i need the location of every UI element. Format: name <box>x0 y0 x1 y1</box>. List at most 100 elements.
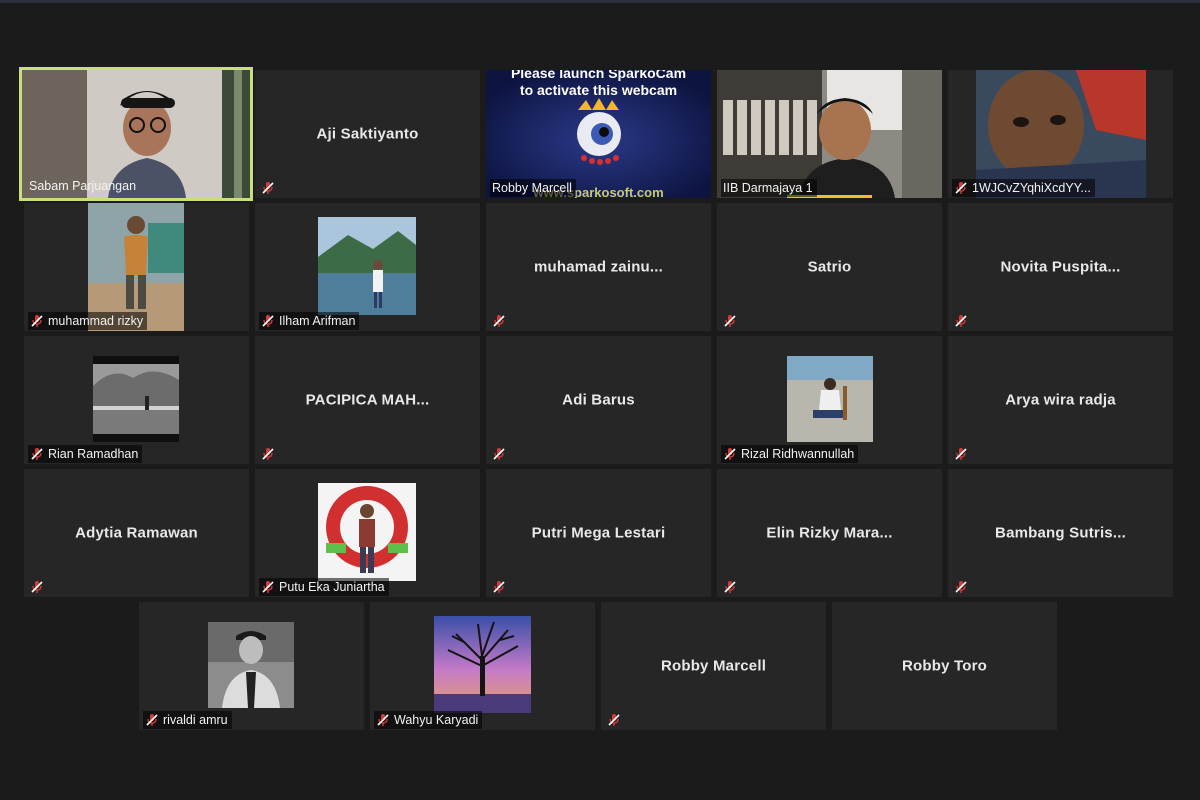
participant-name: Ilham Arifman <box>279 314 356 328</box>
participant-nameplate <box>490 445 510 463</box>
participant-display-name: Adytia Ramawan <box>75 524 198 542</box>
participant-display-name: Robby Toro <box>901 657 988 675</box>
microphone-muted-icon <box>261 181 275 195</box>
participant-avatar-image <box>93 356 179 442</box>
window-top-bar <box>0 0 1200 3</box>
participant-nameplate: 1WJCvZYqhiXcdYY... <box>952 179 1095 197</box>
video-tile[interactable]: Rizal Ridhwannullah <box>717 336 942 464</box>
participant-name: Rizal Ridhwannullah <box>741 447 855 461</box>
participant-nameplate <box>721 312 741 330</box>
video-tile[interactable]: Satrio <box>717 203 942 331</box>
participant-nameplate: rivaldi amru <box>143 711 232 729</box>
video-tile[interactable]: Aji Saktiyanto <box>255 70 480 198</box>
participant-nameplate <box>490 312 510 330</box>
participant-nameplate: Wahyu Karyadi <box>374 711 483 729</box>
participant-display-name: Adi Barus <box>562 391 635 409</box>
microphone-muted-icon <box>30 580 44 594</box>
video-tile[interactable]: Rian Ramadhan <box>24 336 249 464</box>
video-tile[interactable]: rivaldi amru <box>139 602 364 730</box>
video-tile[interactable]: Please launch SparkoCam to activate this… <box>486 70 711 198</box>
participant-name: rivaldi amru <box>163 713 228 727</box>
microphone-muted-icon <box>723 580 737 594</box>
microphone-muted-icon <box>954 181 968 195</box>
participant-display-name: Arya wira radja <box>1005 391 1116 409</box>
participant-nameplate <box>952 578 972 596</box>
participant-nameplate <box>952 445 972 463</box>
participant-nameplate: Robby Marcell <box>490 179 576 197</box>
participant-nameplate <box>28 578 48 596</box>
participant-display-name: Aji Saktiyanto <box>316 125 419 143</box>
video-tile[interactable]: Arya wira radja <box>948 336 1173 464</box>
microphone-muted-icon <box>723 447 737 461</box>
participant-avatar-image <box>318 483 416 581</box>
microphone-muted-icon <box>607 713 621 727</box>
microphone-muted-icon <box>261 314 275 328</box>
microphone-muted-icon <box>954 580 968 594</box>
video-tile[interactable]: 1WJCvZYqhiXcdYY... <box>948 70 1173 198</box>
microphone-muted-icon <box>723 314 737 328</box>
microphone-muted-icon <box>492 314 506 328</box>
participant-name: Sabam Parjuangan <box>29 179 137 193</box>
video-tile[interactable]: muhammad rizky <box>24 203 249 331</box>
microphone-muted-icon <box>954 314 968 328</box>
participant-name: Putu Eka Juniartha <box>279 580 385 594</box>
participant-nameplate <box>721 578 741 596</box>
video-tile[interactable]: Robby Marcell <box>601 602 826 730</box>
microphone-muted-icon <box>492 447 506 461</box>
participant-nameplate: Rizal Ridhwannullah <box>721 445 859 463</box>
participant-nameplate <box>259 179 279 197</box>
participant-name: 1WJCvZYqhiXcdYY... <box>972 181 1091 195</box>
video-tile[interactable]: IIB Darmajaya 1 <box>717 70 942 198</box>
participant-nameplate: IIB Darmajaya 1 <box>721 179 817 197</box>
participant-nameplate: Ilham Arifman <box>259 312 360 330</box>
microphone-muted-icon <box>261 447 275 461</box>
participant-nameplate <box>490 578 510 596</box>
video-tile[interactable]: Robby Toro <box>832 602 1057 730</box>
microphone-muted-icon <box>492 580 506 594</box>
video-tile[interactable]: Elin Rizky Mara... <box>717 469 942 597</box>
participant-nameplate: muhammad rizky <box>28 312 148 330</box>
participant-nameplate: Putu Eka Juniartha <box>259 578 389 596</box>
microphone-muted-icon <box>376 713 390 727</box>
participant-avatar-image <box>318 217 416 315</box>
participant-nameplate <box>952 312 972 330</box>
webcam-message: Please launch SparkoCam to activate this… <box>486 70 711 99</box>
participant-nameplate: Rian Ramadhan <box>28 445 143 463</box>
microphone-muted-icon <box>261 580 275 594</box>
microphone-muted-icon <box>30 447 44 461</box>
participant-name: muhammad rizky <box>48 314 144 328</box>
video-tile[interactable]: Bambang Sutris... <box>948 469 1173 597</box>
video-tile[interactable]: Adytia Ramawan <box>24 469 249 597</box>
participant-name: IIB Darmajaya 1 <box>723 181 813 195</box>
video-tile[interactable]: PACIPICA MAH... <box>255 336 480 464</box>
participant-avatar-image <box>787 356 873 442</box>
participant-display-name: Bambang Sutris... <box>995 524 1126 542</box>
webcam-message-line: to activate this webcam <box>519 82 678 98</box>
video-tile[interactable]: Ilham Arifman <box>255 203 480 331</box>
participant-nameplate <box>605 711 625 729</box>
video-tile[interactable]: Putri Mega Lestari <box>486 469 711 597</box>
participant-display-name: Novita Puspita... <box>1000 258 1121 276</box>
participant-display-name: Elin Rizky Mara... <box>766 524 893 542</box>
microphone-muted-icon <box>145 713 159 727</box>
participant-display-name: Satrio <box>807 258 852 276</box>
participant-nameplate: Sabam Parjuangan <box>27 177 140 195</box>
participant-display-name: PACIPICA MAH... <box>305 391 430 409</box>
participant-nameplate <box>259 445 279 463</box>
participant-display-name: Robby Marcell <box>660 657 767 675</box>
participant-name: Robby Marcell <box>492 181 572 195</box>
microphone-muted-icon <box>30 314 44 328</box>
participant-name: Wahyu Karyadi <box>394 713 479 727</box>
microphone-muted-icon <box>954 447 968 461</box>
participant-name: Rian Ramadhan <box>48 447 139 461</box>
video-tile[interactable]: Wahyu Karyadi <box>370 602 595 730</box>
webcam-message-line: Please launch SparkoCam <box>510 70 687 81</box>
video-tile[interactable]: Adi Barus <box>486 336 711 464</box>
video-tile[interactable]: muhamad zainu... <box>486 203 711 331</box>
video-tile[interactable]: Novita Puspita... <box>948 203 1173 331</box>
participant-avatar-image <box>434 616 531 713</box>
video-tile[interactable]: Sabam Parjuangan <box>19 67 253 201</box>
participant-avatar-image <box>208 622 294 708</box>
participant-display-name: Putri Mega Lestari <box>531 524 666 542</box>
video-tile[interactable]: Putu Eka Juniartha <box>255 469 480 597</box>
